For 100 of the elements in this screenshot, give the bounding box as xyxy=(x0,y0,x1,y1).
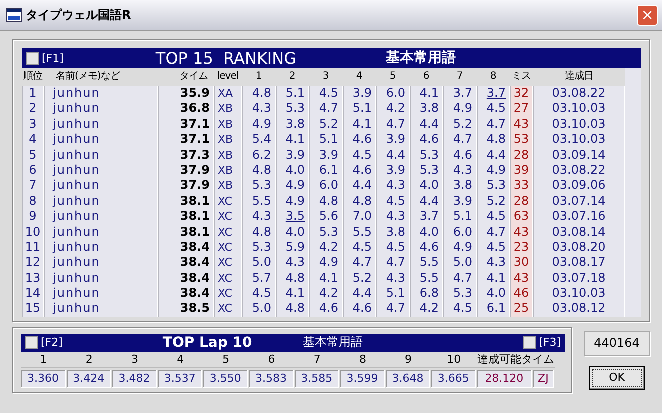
table-cell: junhun xyxy=(44,178,158,194)
table-cell: junhun xyxy=(44,286,158,302)
column-header: 4 xyxy=(342,68,376,86)
table-cell: 28 xyxy=(510,148,533,163)
table-cell: 38.1 xyxy=(158,209,214,225)
table-cell: 3.424 xyxy=(66,370,112,388)
table-cell: 38.4 xyxy=(158,240,214,256)
table-cell: 3.9 xyxy=(276,148,309,163)
table-cell: 15 xyxy=(22,301,44,317)
table-cell: 38.5 xyxy=(158,301,214,317)
table-cell: 4.8 xyxy=(242,224,276,240)
column-header: 6 xyxy=(410,68,443,86)
table-cell: 33 xyxy=(510,178,533,194)
table-cell: 4.7 xyxy=(376,301,410,317)
table-cell: 43 xyxy=(510,224,533,240)
column-header: 達成可能タイム xyxy=(476,352,555,368)
table-cell: 4.3 xyxy=(276,255,309,271)
column-header: 名前(メモ)など xyxy=(44,68,158,86)
table-cell: XC xyxy=(214,255,242,271)
table-cell: 4.9 xyxy=(276,194,309,210)
column-header: 2 xyxy=(66,352,112,368)
close-button[interactable]: × xyxy=(637,4,658,26)
table-cell: 37.9 xyxy=(158,178,214,194)
table-cell: 5.3 xyxy=(410,148,443,163)
table-cell: 4.1 xyxy=(309,270,342,286)
table-cell: 3.7 xyxy=(443,86,476,102)
table-cell: 3.9 xyxy=(376,162,410,178)
table-cell: 3.585 xyxy=(294,370,340,388)
table-cell: 4.3 xyxy=(376,270,410,286)
table-cell: 3.8 xyxy=(376,224,410,240)
table-cell: 5.5 xyxy=(342,224,376,240)
table-cell: junhun xyxy=(44,301,158,317)
table-cell: 5.3 xyxy=(242,240,276,256)
table-cell: 6.0 xyxy=(309,178,342,194)
column-header: 1 xyxy=(21,352,67,368)
table-cell: 4.9 xyxy=(276,178,309,194)
table-cell: 1 xyxy=(22,86,44,102)
table-cell: 5.3 xyxy=(410,162,443,178)
table-cell: junhun xyxy=(44,240,158,256)
table-cell: XC xyxy=(214,224,242,240)
table-cell: 4.7 xyxy=(342,255,376,271)
table-cell: 10 xyxy=(22,224,44,240)
table-cell: junhun xyxy=(44,132,158,148)
table-cell: 8 xyxy=(22,194,44,210)
table-cell: 4.1 xyxy=(410,86,443,102)
table-cell: 9 xyxy=(22,209,44,225)
table-cell: junhun xyxy=(44,101,158,117)
table-cell: 4.8 xyxy=(242,86,276,102)
counter-display: 440164 xyxy=(584,330,650,356)
table-cell: 03.07.14 xyxy=(533,194,625,210)
ok-button[interactable]: OK xyxy=(589,366,645,390)
table-cell: 4.5 xyxy=(376,240,410,256)
table-cell: 5.2 xyxy=(443,116,476,132)
table-cell: 27 xyxy=(510,101,533,117)
table-cell: 5.9 xyxy=(276,240,309,256)
table-cell: 38.1 xyxy=(158,194,214,210)
ranking-title: TOP 15 RANKING xyxy=(156,48,298,68)
table-cell: 28 xyxy=(510,194,533,210)
table-cell: 4.6 xyxy=(309,301,342,317)
table-cell: XB xyxy=(214,162,242,178)
lap-title: TOP Lap 10 xyxy=(162,334,254,351)
table-cell: 5.3 xyxy=(276,101,309,117)
table-cell: 3.550 xyxy=(203,370,248,388)
column-header: 10 xyxy=(431,352,477,368)
table-cell: 38.1 xyxy=(158,224,214,240)
table-cell: junhun xyxy=(44,270,158,286)
table-cell: 4.4 xyxy=(376,148,410,163)
table-cell: 03.07.16 xyxy=(533,209,625,225)
table-cell: 4.4 xyxy=(342,286,376,302)
column-header: 5 xyxy=(203,352,249,368)
category-label: 基本常用語 xyxy=(386,49,456,67)
table-cell: 11 xyxy=(22,240,44,256)
table-cell: 5.3 xyxy=(309,224,342,240)
table-cell: 39 xyxy=(510,162,533,178)
table-cell: 2 xyxy=(22,101,44,117)
table-cell: 4.5 xyxy=(309,86,342,102)
table-cell: 14 xyxy=(22,286,44,302)
table-cell: 4.8 xyxy=(309,194,342,210)
table-cell: junhun xyxy=(44,148,158,163)
column-header: 6 xyxy=(248,352,295,368)
table-cell: 53 xyxy=(510,132,533,148)
table-cell: 3.7 xyxy=(410,209,443,225)
column-header: 9 xyxy=(386,352,432,368)
table-cell: 43 xyxy=(510,116,533,132)
table-cell: 03.08.14 xyxy=(533,224,625,240)
column-header: ミス xyxy=(510,68,533,86)
table-cell: 7 xyxy=(22,178,44,194)
checkbox[interactable] xyxy=(25,336,38,350)
table-cell: 03.09.06 xyxy=(533,178,625,194)
table-cell: 37.1 xyxy=(158,116,214,132)
checkbox[interactable] xyxy=(26,52,39,64)
table-cell: 7.0 xyxy=(342,209,376,225)
table-cell: 4.2 xyxy=(309,286,342,302)
table-cell: 4.1 xyxy=(276,286,309,302)
column-header: 4 xyxy=(158,352,204,368)
category-label: 基本常用語 xyxy=(302,334,364,352)
table-cell: 4.6 xyxy=(342,301,376,317)
checkbox[interactable] xyxy=(523,336,536,350)
table-cell: 4.7 xyxy=(443,132,476,148)
column-header: 3 xyxy=(112,352,158,368)
